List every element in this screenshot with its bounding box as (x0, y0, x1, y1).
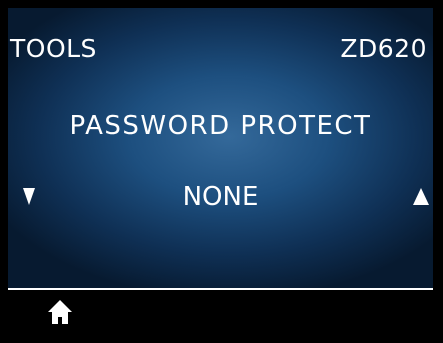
setting-name: PASSWORD PROTECT (69, 111, 372, 141)
printer-display-screen: TOOLS ZD620 PASSWORD PROTECT NONE (8, 8, 433, 335)
printer-display-bezel: TOOLS ZD620 PASSWORD PROTECT NONE (0, 0, 443, 343)
next-value-button[interactable] (410, 186, 432, 208)
home-icon (48, 300, 72, 324)
triangle-up-icon (413, 188, 429, 205)
main-panel: TOOLS ZD620 PASSWORD PROTECT NONE (8, 8, 433, 288)
menu-title: TOOLS (10, 34, 97, 63)
home-button[interactable] (46, 298, 74, 326)
setting-value: NONE (182, 182, 259, 212)
printer-model: ZD620 (340, 34, 427, 63)
